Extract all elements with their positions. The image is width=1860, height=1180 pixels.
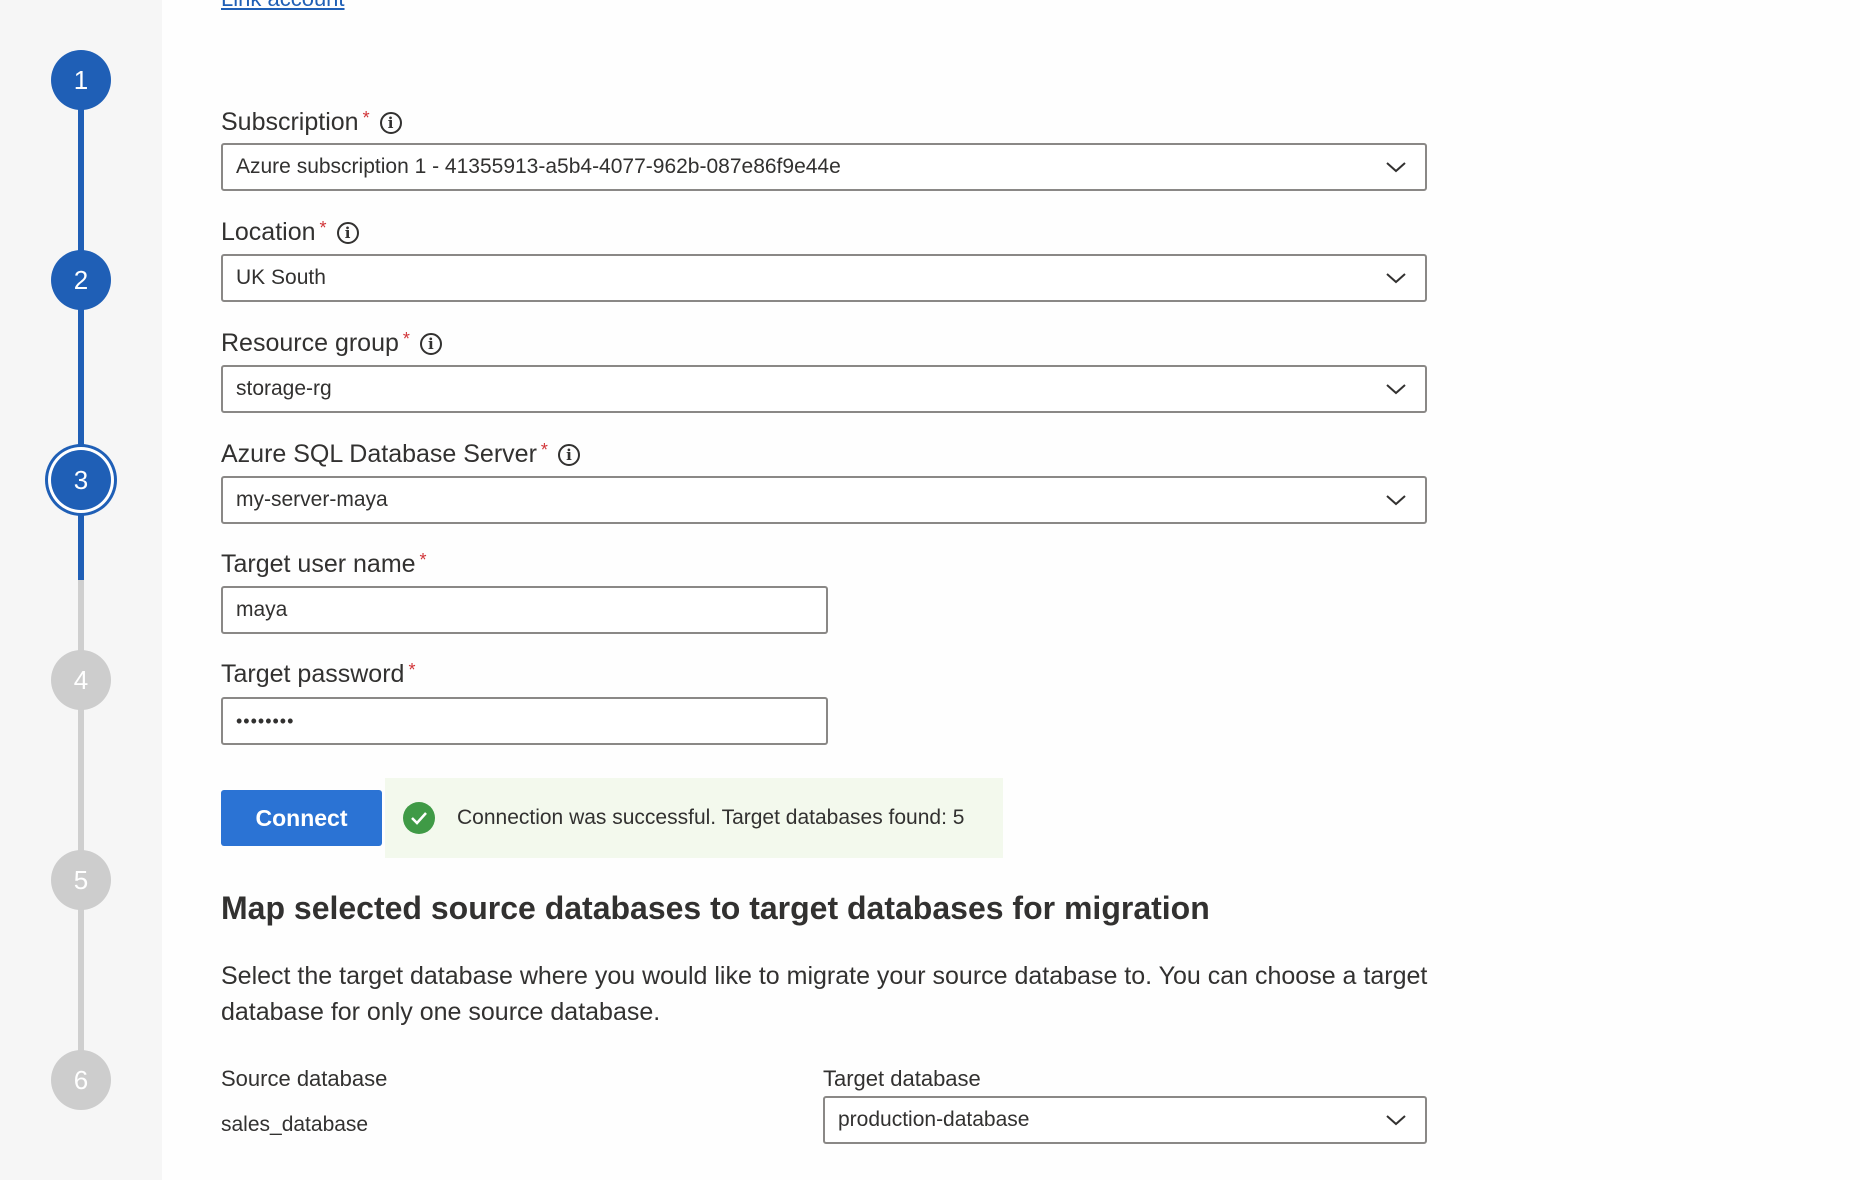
resource-group-label: Resource group * i bbox=[221, 329, 442, 358]
required-marker: * bbox=[319, 218, 327, 238]
server-label: Azure SQL Database Server * i bbox=[221, 440, 580, 469]
server-value: my-server-maya bbox=[236, 488, 388, 511]
step-3-current[interactable]: 3 bbox=[51, 450, 111, 510]
info-icon[interactable]: i bbox=[336, 221, 359, 244]
server-dropdown[interactable]: my-server-maya bbox=[221, 476, 1427, 524]
subscription-label-text: Subscription bbox=[221, 108, 359, 136]
step-1[interactable]: 1 bbox=[51, 50, 111, 110]
user-name-input[interactable]: maya bbox=[221, 586, 828, 634]
chevron-down-icon bbox=[1386, 162, 1406, 173]
subscription-value: Azure subscription 1 - 41355913-a5b4-407… bbox=[236, 155, 841, 178]
server-label-text: Azure SQL Database Server bbox=[221, 440, 537, 468]
connect-button[interactable]: Connect bbox=[221, 790, 382, 846]
user-name-label: Target user name * bbox=[221, 550, 427, 579]
resource-group-dropdown[interactable]: storage-rg bbox=[221, 365, 1427, 413]
user-name-label-text: Target user name bbox=[221, 550, 416, 578]
info-icon[interactable]: i bbox=[419, 332, 442, 355]
wizard-stepper: 1 2 3 4 5 6 bbox=[0, 0, 162, 1180]
step-6: 6 bbox=[51, 1050, 111, 1110]
source-database-value: sales_database bbox=[221, 1113, 369, 1136]
resource-group-label-text: Resource group bbox=[221, 329, 399, 357]
required-marker: * bbox=[419, 550, 427, 570]
source-database-header: Source database bbox=[221, 1066, 388, 1091]
info-icon[interactable]: i bbox=[379, 111, 402, 134]
location-dropdown[interactable]: UK South bbox=[221, 254, 1427, 302]
subscription-dropdown[interactable]: Azure subscription 1 - 41355913-a5b4-407… bbox=[221, 143, 1427, 191]
user-name-value: maya bbox=[236, 598, 288, 621]
chevron-down-icon bbox=[1386, 384, 1406, 395]
password-label: Target password * bbox=[221, 660, 415, 689]
required-marker: * bbox=[362, 108, 370, 128]
subscription-label: Subscription * i bbox=[221, 108, 402, 137]
link-account-link[interactable]: Link account bbox=[221, 0, 345, 12]
required-marker: * bbox=[408, 660, 416, 680]
required-marker: * bbox=[540, 440, 548, 460]
target-database-value: production-database bbox=[838, 1108, 1030, 1131]
info-icon[interactable]: i bbox=[557, 443, 580, 466]
step-2[interactable]: 2 bbox=[51, 250, 111, 310]
target-database-dropdown[interactable]: production-database bbox=[823, 1096, 1427, 1144]
required-marker: * bbox=[402, 329, 410, 349]
password-label-text: Target password bbox=[221, 660, 405, 688]
success-check-icon bbox=[403, 802, 435, 834]
step-4: 4 bbox=[51, 650, 111, 710]
chevron-down-icon bbox=[1386, 495, 1406, 506]
password-input[interactable]: •••••••• bbox=[221, 697, 828, 745]
location-label-text: Location bbox=[221, 218, 316, 246]
mapping-section-description: Select the target database where you wou… bbox=[221, 962, 1428, 1026]
chevron-down-icon bbox=[1386, 1115, 1406, 1126]
chevron-down-icon bbox=[1386, 273, 1406, 284]
password-value: •••••••• bbox=[236, 710, 295, 731]
step-5: 5 bbox=[51, 850, 111, 910]
mapping-section-title: Map selected source databases to target … bbox=[221, 890, 1210, 926]
target-database-header: Target database bbox=[823, 1066, 981, 1091]
connection-success-banner: Connection was successful. Target databa… bbox=[385, 778, 1003, 858]
location-label: Location * i bbox=[221, 218, 359, 247]
resource-group-value: storage-rg bbox=[236, 377, 332, 400]
success-message: Connection was successful. Target databa… bbox=[457, 806, 965, 829]
location-value: UK South bbox=[236, 266, 326, 289]
